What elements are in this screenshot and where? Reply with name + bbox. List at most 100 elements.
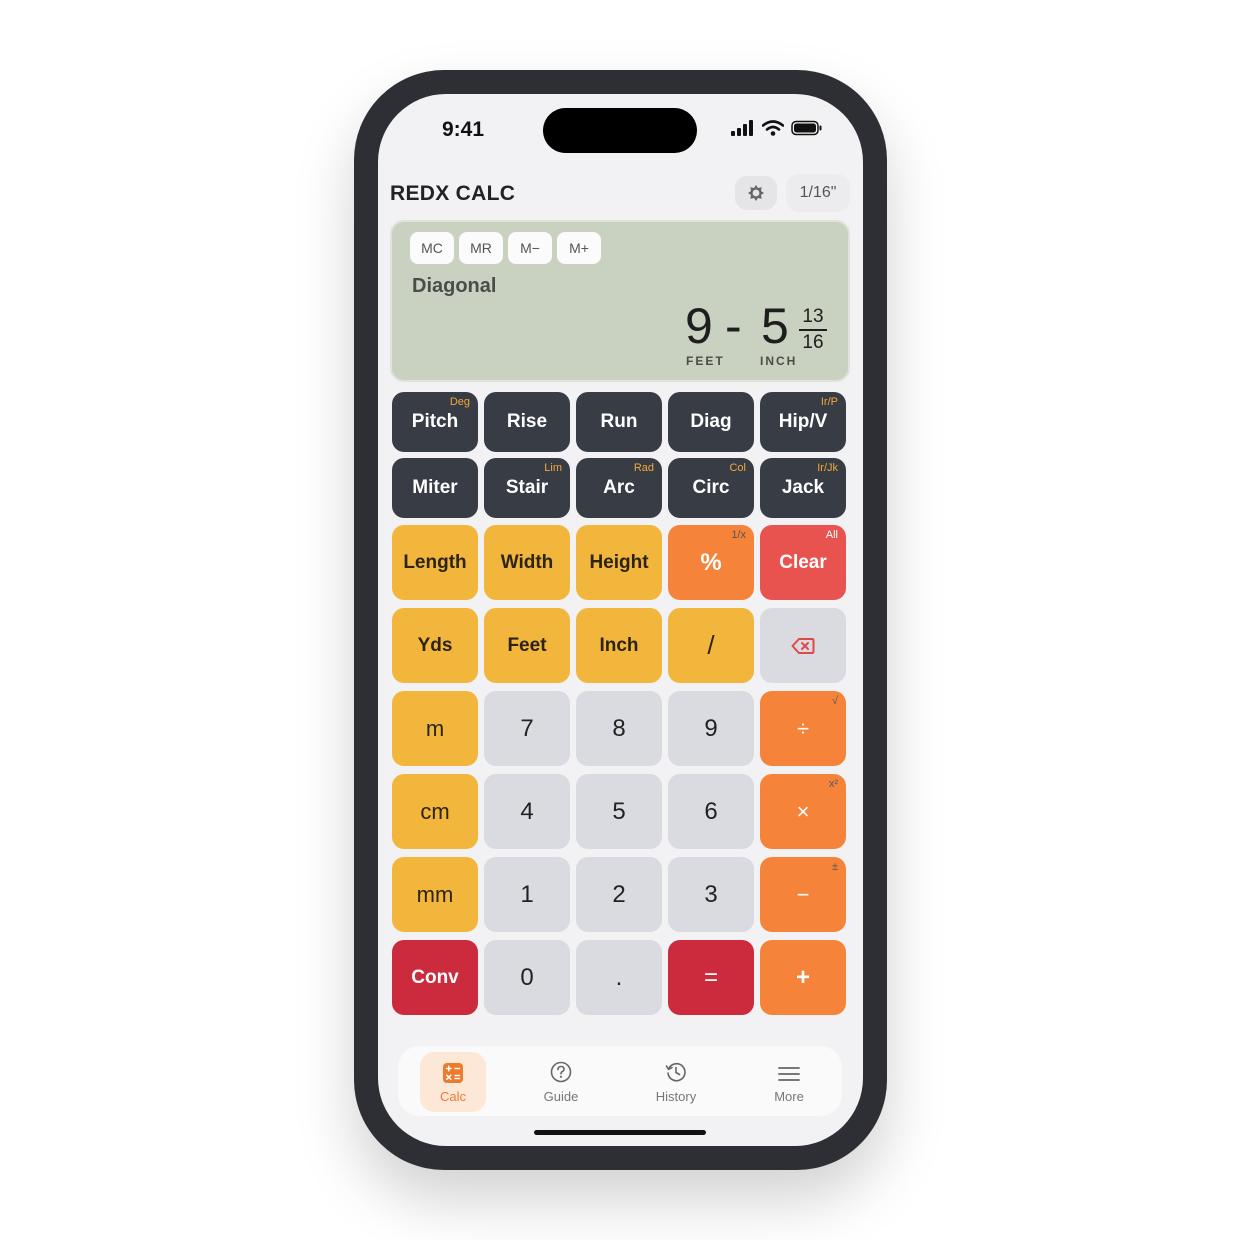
hip-v-secondary: Ir/P: [820, 396, 838, 408]
equals-key[interactable]: =: [668, 940, 754, 1015]
precision-button[interactable]: 1/16": [786, 174, 850, 212]
fraction-slash-key[interactable]: /: [668, 608, 754, 683]
millimeters-key[interactable]: mm: [392, 857, 478, 932]
circ-label: Circ: [692, 477, 730, 498]
fraction-denominator: 16: [802, 332, 824, 353]
memory-row: MC MR M− M+: [410, 232, 601, 264]
tab-guide[interactable]: Guide: [528, 1052, 594, 1112]
multiply-key[interactable]: x² ×: [760, 774, 846, 849]
pitch-label: Pitch: [411, 411, 459, 432]
digit-0-key[interactable]: 0: [484, 940, 570, 1015]
backspace-key[interactable]: [760, 608, 846, 683]
digit-1-label: 1: [520, 880, 534, 908]
pitch-key[interactable]: Deg Pitch: [392, 392, 478, 452]
diag-key[interactable]: Diag: [668, 392, 754, 452]
tab-calc[interactable]: Calc: [420, 1052, 486, 1112]
digit-5-label: 5: [612, 797, 626, 825]
inch-key[interactable]: Inch: [576, 608, 662, 683]
memory-recall-button[interactable]: MR: [459, 232, 503, 264]
digit-2-label: 2: [612, 880, 626, 908]
plus-label: +: [795, 963, 810, 991]
jack-label: Jack: [781, 477, 825, 498]
stair-key[interactable]: Lim Stair: [484, 458, 570, 518]
miter-label: Miter: [412, 477, 458, 498]
calculator-icon: [443, 1063, 463, 1083]
millimeters-label: mm: [416, 881, 454, 907]
digit-4-label: 4: [520, 797, 534, 825]
fraction-numerator: 13: [802, 306, 824, 327]
tab-history[interactable]: History: [643, 1052, 709, 1112]
digit-8-label: 8: [612, 714, 626, 742]
stair-label: Stair: [505, 477, 549, 498]
digit-7-key[interactable]: 7: [484, 691, 570, 766]
tab-more[interactable]: More: [756, 1052, 822, 1112]
feet-label: Feet: [507, 634, 547, 656]
clear-key[interactable]: All Clear: [760, 525, 846, 600]
width-label: Width: [500, 551, 554, 573]
display-feet-value: 9: [685, 298, 713, 354]
divide-secondary: √: [831, 695, 838, 707]
arc-key[interactable]: Rad Arc: [576, 458, 662, 518]
height-key[interactable]: Height: [576, 525, 662, 600]
convert-key[interactable]: Conv: [392, 940, 478, 1015]
status-icons: [731, 120, 823, 136]
digit-2-key[interactable]: 2: [576, 857, 662, 932]
tab-more-label: More: [774, 1089, 804, 1104]
feet-unit-label: FEET: [686, 354, 725, 368]
backspace-icon: [791, 637, 815, 654]
yards-key[interactable]: Yds: [392, 608, 478, 683]
meters-label: m: [425, 715, 445, 741]
minus-key[interactable]: ± −: [760, 857, 846, 932]
digit-4-key[interactable]: 4: [484, 774, 570, 849]
feet-key[interactable]: Feet: [484, 608, 570, 683]
pitch-secondary: Deg: [449, 396, 470, 408]
width-key[interactable]: Width: [484, 525, 570, 600]
convert-label: Conv: [411, 966, 459, 988]
decimal-point-key[interactable]: .: [576, 940, 662, 1015]
theme-toggle-button[interactable]: [735, 176, 777, 210]
digit-9-key[interactable]: 9: [668, 691, 754, 766]
theme-toggle-icon: [748, 185, 764, 201]
hip-v-label: Hip/V: [778, 411, 828, 432]
calculator-display: MC MR M− M+ Diagonal 9 - 5 13 16 FEET IN…: [390, 220, 850, 382]
miter-key[interactable]: Miter: [392, 458, 478, 518]
centimeters-label: cm: [420, 798, 450, 824]
inch-unit-label: INCH: [760, 354, 798, 368]
yards-label: Yds: [417, 634, 453, 656]
centimeters-key[interactable]: cm: [392, 774, 478, 849]
digit-6-label: 6: [704, 797, 718, 825]
digit-1-key[interactable]: 1: [484, 857, 570, 932]
equals-label: =: [703, 963, 718, 991]
divide-label: ÷: [796, 715, 810, 741]
cellular-signal-icon: [731, 120, 753, 136]
decimal-point-label: .: [615, 963, 623, 991]
percent-label: %: [700, 548, 722, 576]
percent-key[interactable]: 1/x%: [668, 525, 754, 600]
digit-5-key[interactable]: 5: [576, 774, 662, 849]
minus-label: −: [796, 881, 810, 907]
status-time: 9:41: [442, 118, 485, 141]
plus-key[interactable]: +: [760, 940, 846, 1015]
multiply-secondary: x²: [828, 778, 838, 790]
memory-clear-button[interactable]: MC: [410, 232, 454, 264]
digit-8-key[interactable]: 8: [576, 691, 662, 766]
display-inch-value: 5: [761, 298, 789, 354]
length-key[interactable]: Length: [392, 525, 478, 600]
divide-key[interactable]: √ ÷: [760, 691, 846, 766]
run-key[interactable]: Run: [576, 392, 662, 452]
tab-calc-label: Calc: [439, 1089, 466, 1104]
rise-key[interactable]: Rise: [484, 392, 570, 452]
memory-subtract-button[interactable]: M−: [508, 232, 552, 264]
hip-v-key[interactable]: Ir/P Hip/V: [760, 392, 846, 452]
run-label: Run: [600, 411, 638, 432]
circ-key[interactable]: Col Circ: [668, 458, 754, 518]
home-indicator: [534, 1130, 706, 1135]
digit-3-key[interactable]: 3: [668, 857, 754, 932]
jack-key[interactable]: Ir/Jk Jack: [760, 458, 846, 518]
memory-add-button[interactable]: M+: [557, 232, 601, 264]
meters-key[interactable]: m: [392, 691, 478, 766]
menu-icon: [778, 1067, 800, 1081]
display-mode-label: Diagonal: [412, 275, 497, 297]
digit-6-key[interactable]: 6: [668, 774, 754, 849]
bottom-tab-bar: Calc Guide History More: [398, 1046, 842, 1116]
